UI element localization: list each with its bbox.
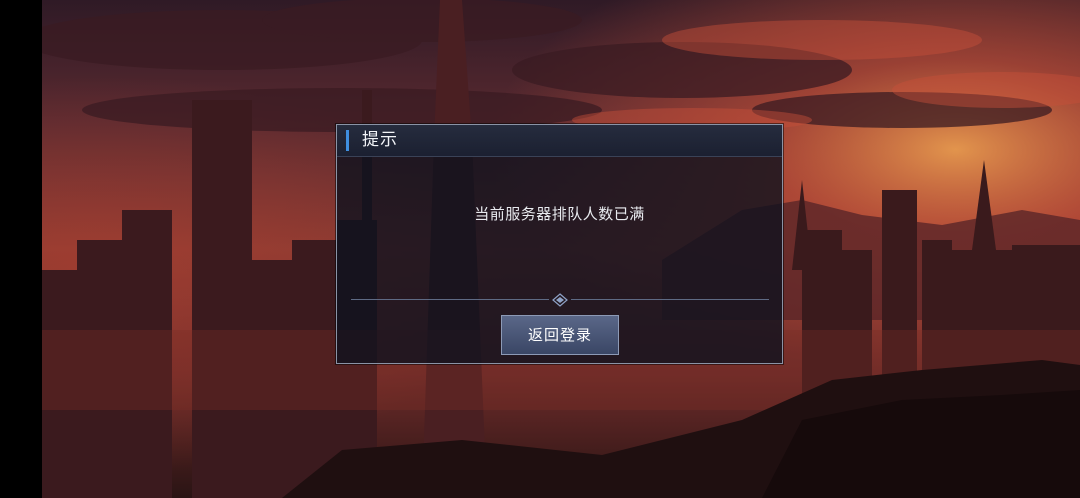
game-screen: 提示 当前服务器排队人数已满 返回登录 bbox=[0, 0, 1080, 498]
diamond-ornament-icon bbox=[552, 293, 568, 307]
divider-line-left bbox=[351, 299, 549, 300]
return-login-button[interactable]: 返回登录 bbox=[501, 315, 619, 355]
dialog-message: 当前服务器排队人数已满 bbox=[474, 205, 645, 223]
title-accent-bar bbox=[346, 130, 349, 151]
dialog-title: 提示 bbox=[362, 130, 398, 150]
divider-line-right bbox=[571, 299, 769, 300]
dialog-divider bbox=[351, 293, 769, 307]
notice-dialog: 提示 当前服务器排队人数已满 返回登录 bbox=[336, 124, 783, 364]
dialog-header: 提示 bbox=[337, 125, 782, 157]
screen-edge-bar bbox=[0, 0, 42, 498]
